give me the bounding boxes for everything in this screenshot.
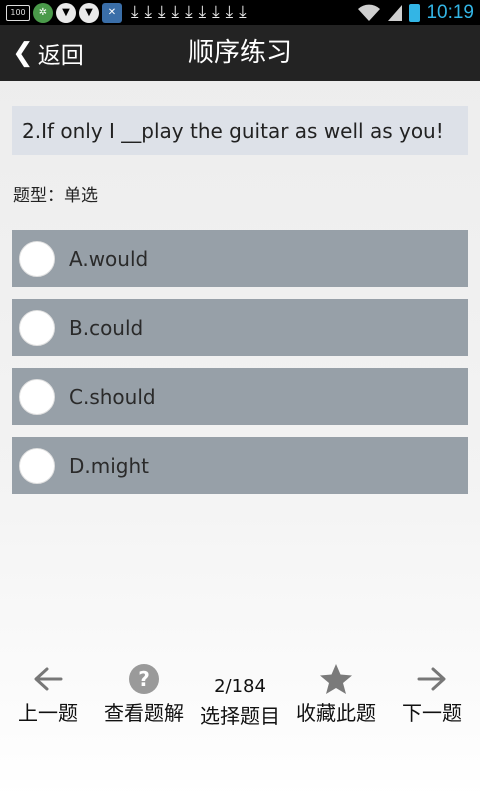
next-label: 下一题 [402, 701, 462, 725]
download-icon: ⤓ [131, 2, 139, 22]
next-question-button[interactable]: 下一题 [384, 660, 480, 726]
signal-icon [388, 4, 403, 21]
question-text: 2.If only I __play the guitar as well as… [12, 106, 468, 155]
arrow-right-icon [417, 660, 447, 697]
arrow-left-icon [33, 660, 63, 697]
option-label: D.might [69, 453, 150, 478]
option-label: B.could [69, 315, 144, 340]
option-label: A.would [69, 246, 149, 271]
option-a[interactable]: A.would [12, 230, 468, 287]
battery-full-icon: 100 [6, 4, 30, 21]
shield-icon: ▼ [56, 2, 76, 23]
select-question-button[interactable]: 2/184 选择题目 [192, 660, 288, 728]
question-type-label: 题型：单选 [13, 186, 98, 206]
radio-button[interactable] [19, 447, 55, 484]
back-button[interactable]: ❮ 返回 [12, 25, 84, 81]
download-notifications: ⤓ ⤓ ⤓ ⤓ ⤓ ⤓ ⤓ ⤓ ⤓ [131, 4, 247, 21]
star-icon [319, 660, 353, 697]
favorite-label: 收藏此题 [296, 701, 376, 725]
explain-label: 查看题解 [104, 701, 184, 725]
notification-icons: 100 ✲ ▼ ▼ ✕ ⤓ ⤓ ⤓ ⤓ ⤓ ⤓ ⤓ ⤓ ⤓ [6, 2, 247, 23]
download-icon: ⤓ [144, 2, 153, 22]
clock: 10:19 [426, 1, 474, 23]
download-icon: ⤓ [225, 2, 234, 22]
option-c[interactable]: C.should [12, 368, 468, 425]
view-explanation-button[interactable]: ? 查看题解 [96, 660, 192, 726]
battery-icon [409, 3, 421, 22]
radio-button[interactable] [19, 309, 55, 346]
option-b[interactable]: B.could [12, 299, 468, 356]
shield-icon: ▼ [79, 2, 99, 23]
system-status: 10:19 [357, 0, 474, 25]
title-bar: ❮ 返回 顺序练习 [0, 25, 480, 81]
select-label: 选择题目 [200, 704, 280, 728]
status-bar: 100 ✲ ▼ ▼ ✕ ⤓ ⤓ ⤓ ⤓ ⤓ ⤓ ⤓ ⤓ ⤓ 10:19 [0, 0, 480, 25]
download-icon: ⤓ [185, 2, 193, 22]
download-icon: ⤓ [239, 2, 247, 22]
progress-counter: 2/184 [214, 676, 266, 697]
download-icon: ⤓ [198, 2, 207, 22]
help-icon: ? [128, 660, 160, 697]
option-d[interactable]: D.might [12, 437, 468, 494]
back-label: 返回 [37, 43, 84, 69]
option-label: C.should [69, 384, 156, 409]
bottom-nav: 上一题 ? 查看题解 2/184 选择题目 收藏此题 下一题 [0, 660, 480, 730]
radio-button[interactable] [19, 240, 55, 277]
app-notification-icon: ✲ [33, 2, 53, 23]
download-icon: ⤓ [171, 2, 180, 22]
download-icon: ⤓ [158, 2, 166, 22]
app-notification-icon: ✕ [102, 2, 122, 23]
svg-text:?: ? [138, 667, 150, 691]
radio-button[interactable] [19, 378, 55, 415]
wifi-icon [358, 4, 381, 21]
chevron-left-icon: ❮ [12, 38, 34, 68]
download-icon: ⤓ [212, 2, 220, 22]
prev-label: 上一题 [18, 701, 78, 725]
prev-question-button[interactable]: 上一题 [0, 660, 96, 726]
favorite-question-button[interactable]: 收藏此题 [288, 660, 384, 726]
